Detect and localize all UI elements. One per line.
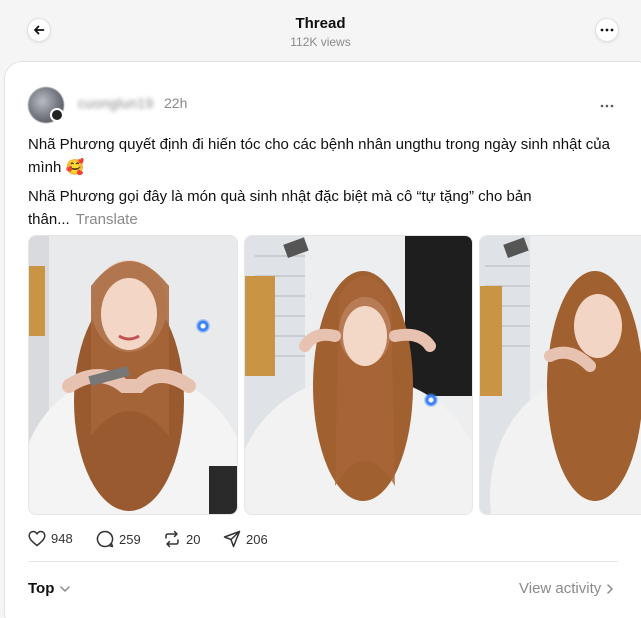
view-activity-link[interactable]: View activity [519,580,614,597]
post-photo-1[interactable] [28,235,238,515]
top-bar: Thread 112K views [0,0,641,60]
sort-dropdown[interactable]: Top [28,580,71,597]
cursor-indicator [424,393,438,407]
more-icon [600,28,614,32]
chevron-right-icon [607,583,614,594]
post-photo-3[interactable] [479,235,641,515]
photo-1-image [29,236,237,514]
view-activity-label: View activity [519,580,602,597]
repost-button[interactable]: 20 [163,530,200,548]
post-more-button[interactable] [600,92,614,113]
views-count: 112K views [290,35,351,49]
comment-icon [96,530,114,548]
post-time: 22h [164,95,188,111]
photo-2-image [245,236,472,514]
post-text-paragraph-2: Nhã Phương gọi đây là món quà sinh nhật … [28,185,618,231]
cursor-indicator [196,319,210,333]
share-button[interactable]: 206 [223,530,268,548]
heart-icon [28,530,46,547]
more-icon [600,104,614,108]
repost-count: 20 [186,531,201,547]
chevron-down-icon [60,585,71,592]
photo-3-image [480,236,641,514]
divider [28,561,618,562]
post-photo-2[interactable] [244,235,473,515]
post-text-paragraph-1: Nhã Phương quyết định đi hiến tóc cho cá… [28,136,610,176]
comment-button[interactable]: 259 [96,530,141,548]
share-count: 206 [246,531,268,547]
avatar-badge [50,108,64,122]
like-button[interactable]: 948 [28,530,73,547]
repost-icon [165,530,179,548]
share-icon [223,530,241,548]
translate-link[interactable]: Translate [76,211,138,228]
sort-label: Top [28,580,55,597]
username[interactable]: cuonglun19 [78,95,153,111]
comment-count: 259 [119,531,141,547]
page-title: Thread [295,15,346,32]
thread-more-button[interactable] [595,18,619,42]
like-count: 948 [51,531,73,546]
